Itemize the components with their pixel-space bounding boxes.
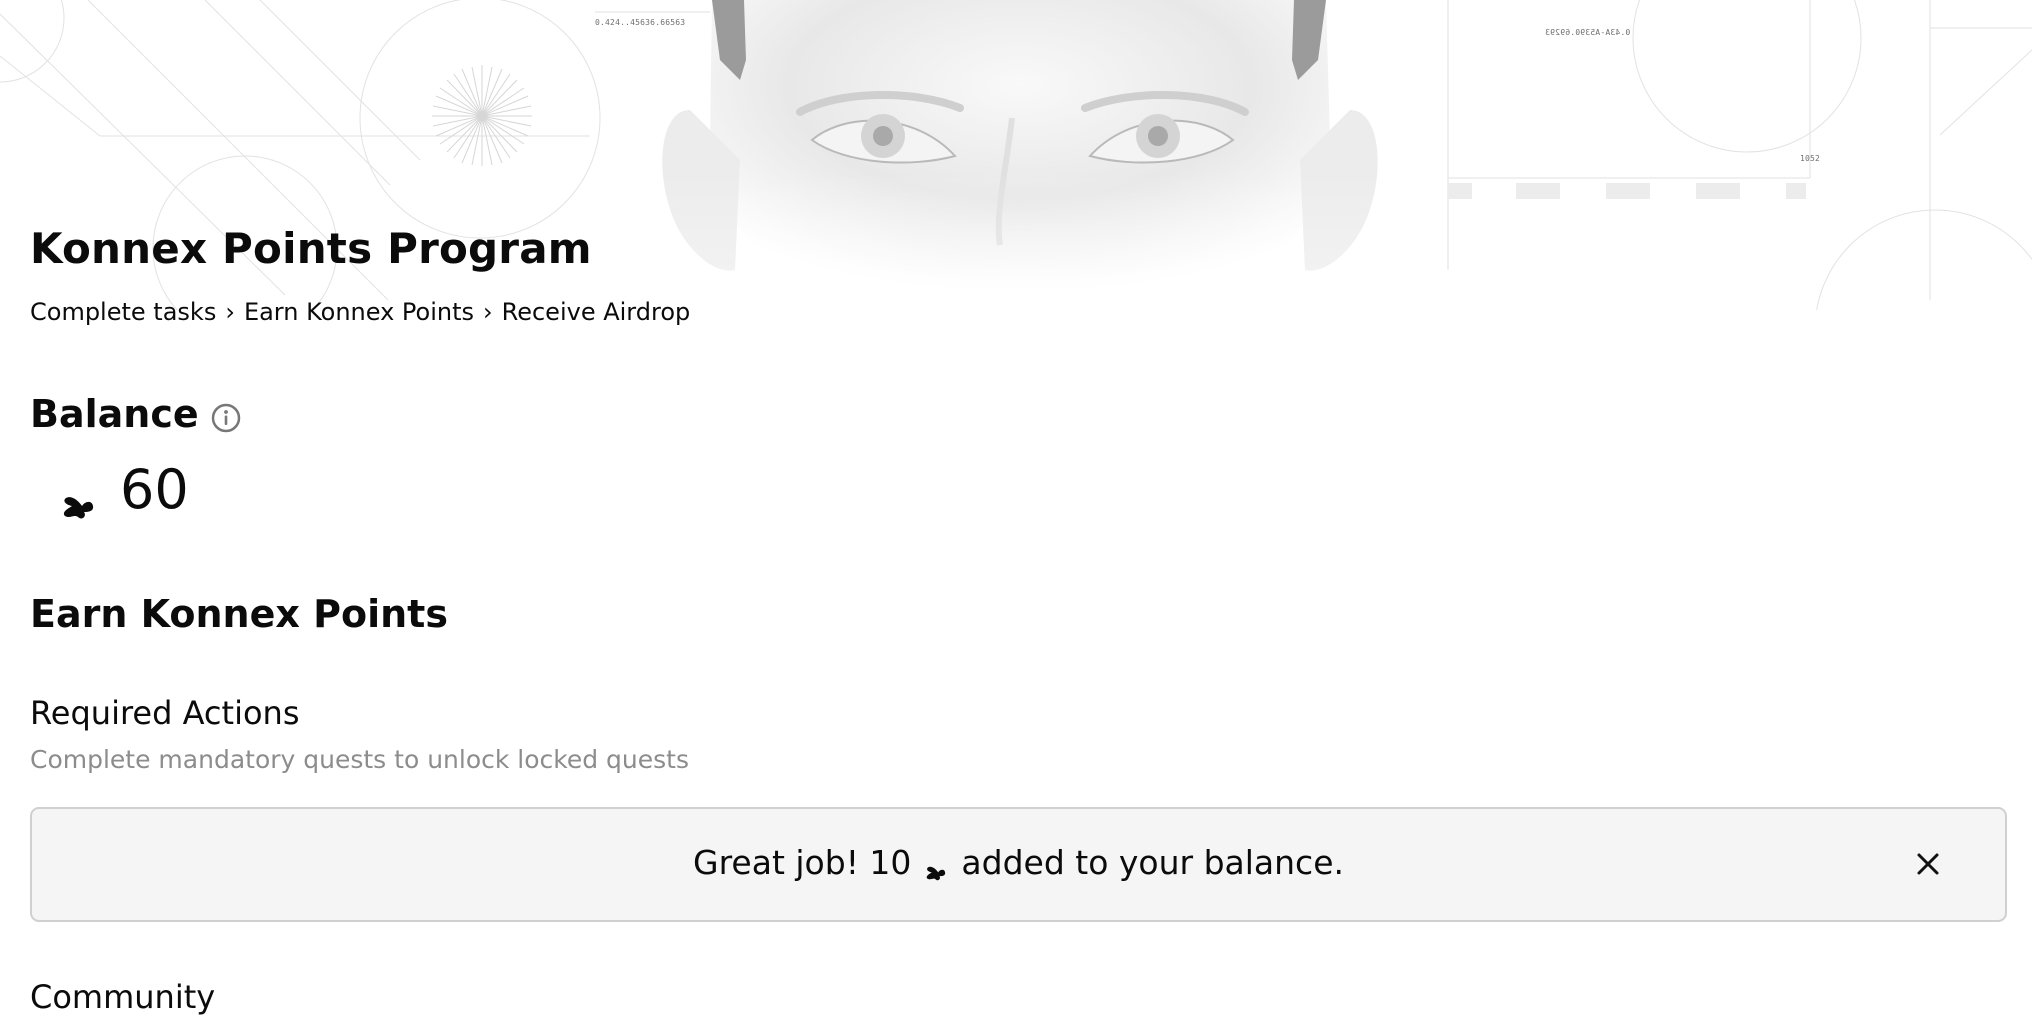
balance-heading: Balance bbox=[30, 392, 241, 436]
toast-message-prefix: Great job! 10 bbox=[693, 843, 912, 882]
balance-value: 60 bbox=[120, 458, 189, 521]
hero-readout-right: 0.43A-A5390.69293 bbox=[1545, 28, 1631, 37]
success-toast: Great job! 10 added to your balance. bbox=[30, 807, 2007, 922]
community-section-title: Community bbox=[30, 978, 216, 1016]
breadcrumb: Complete tasks › Earn Konnex Points › Re… bbox=[30, 298, 690, 326]
breadcrumb-separator: › bbox=[225, 298, 235, 326]
face-illustration bbox=[660, 0, 1380, 310]
breadcrumb-separator: › bbox=[483, 298, 493, 326]
required-actions-description: Complete mandatory quests to unlock lock… bbox=[30, 745, 690, 774]
balance-display: 60 bbox=[58, 458, 189, 521]
konnex-points-icon bbox=[58, 476, 96, 518]
breadcrumb-item-receive-airdrop: Receive Airdrop bbox=[501, 298, 691, 326]
close-toast-button[interactable] bbox=[1911, 849, 1945, 883]
konnex-points-icon bbox=[923, 854, 947, 880]
balance-title: Balance bbox=[30, 392, 199, 436]
page-title: Konnex Points Program bbox=[30, 224, 592, 273]
hero-readout-small: 1052 bbox=[1800, 154, 1821, 163]
hero-readout-left: 0.424..45636.66563 bbox=[595, 18, 686, 27]
breadcrumb-item-earn-points: Earn Konnex Points bbox=[243, 298, 475, 326]
earn-points-title: Earn Konnex Points bbox=[30, 592, 448, 636]
info-circle-icon[interactable] bbox=[211, 403, 241, 433]
close-icon bbox=[1915, 851, 1941, 881]
breadcrumb-item-complete-tasks: Complete tasks bbox=[30, 298, 217, 326]
toast-message-suffix: added to your balance. bbox=[961, 843, 1344, 882]
toast-message: Great job! 10 added to your balance. bbox=[32, 843, 2005, 882]
required-actions-title: Required Actions bbox=[30, 694, 300, 732]
